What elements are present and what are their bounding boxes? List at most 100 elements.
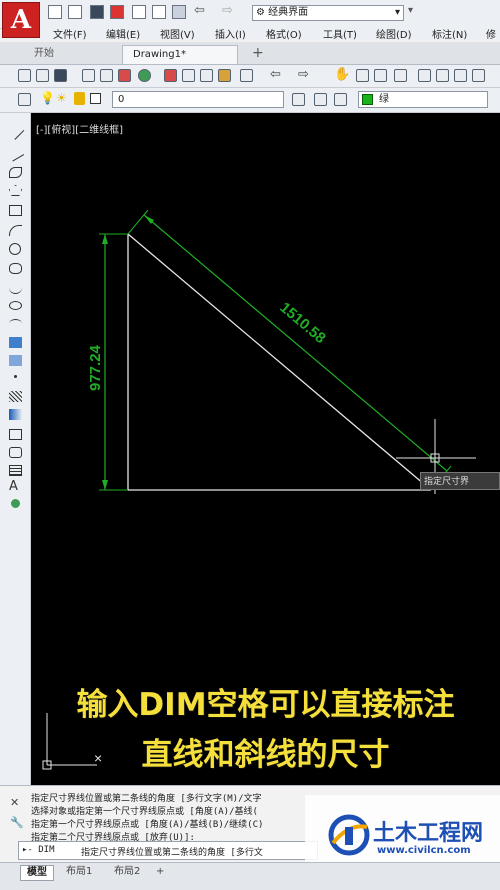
undo-icon[interactable]: ⇦ (270, 67, 281, 82)
menu-modify[interactable]: 修 (486, 26, 496, 41)
menu-file[interactable]: 文件(F) (53, 26, 87, 41)
redo-icon[interactable]: ⇨ (222, 3, 233, 18)
save-as-icon[interactable] (110, 5, 124, 19)
zoom-realtime-icon[interactable] (356, 69, 369, 82)
lightbulb-icon[interactable]: 💡 (40, 91, 55, 105)
undo-icon[interactable]: ⇦ (194, 3, 205, 18)
ellipse-icon[interactable] (9, 301, 22, 310)
caption-line-2: 直线和斜线的尺寸 (141, 737, 390, 773)
print-icon[interactable] (172, 5, 186, 19)
polyline-icon[interactable] (9, 167, 22, 178)
save-icon[interactable] (54, 69, 67, 82)
aligned-dimension[interactable]: 1510.58 (127, 209, 452, 491)
color-name: 绿 (379, 94, 389, 105)
properties-icon[interactable] (418, 69, 431, 82)
wrench-icon[interactable]: 🔧 (10, 816, 24, 829)
vertical-arrowhead-top (102, 234, 108, 244)
open-file-icon[interactable] (68, 5, 82, 19)
add-selected-icon[interactable] (11, 499, 20, 508)
command-history-line: 选择对象或指定第一个尺寸界线原点或 [角度(A)/基线( (31, 807, 258, 817)
point-icon[interactable] (14, 375, 17, 378)
revision-cloud-icon[interactable] (9, 263, 22, 274)
workspace-select[interactable]: ⚙ 经典界面 ▾ (252, 5, 404, 21)
open-icon[interactable] (36, 69, 49, 82)
zoom-window-icon[interactable] (374, 69, 387, 82)
quick-access-dropdown-icon[interactable]: ▾ (408, 5, 413, 16)
3d-dwf-icon[interactable] (138, 69, 151, 82)
watermark: 土木工程网 www.civilcn.com (305, 795, 500, 867)
copy-icon[interactable] (182, 69, 195, 82)
hatch-icon[interactable] (9, 391, 22, 402)
new-tab-button[interactable]: + (242, 44, 274, 63)
layer-color-swatch (90, 93, 101, 104)
tab-model[interactable]: 模型 (20, 865, 54, 881)
sheet-set-icon[interactable] (472, 69, 485, 82)
tab-start[interactable]: 开始 (24, 45, 100, 64)
block-editor-icon[interactable] (240, 69, 253, 82)
cloud-open-icon[interactable] (132, 5, 146, 19)
menu-edit[interactable]: 编辑(E) (106, 26, 140, 41)
circle-icon[interactable] (9, 243, 21, 255)
pan-icon[interactable]: ✋ (334, 67, 350, 82)
wipeout-icon[interactable] (9, 447, 22, 458)
save-icon[interactable] (90, 5, 104, 19)
region-icon[interactable] (9, 429, 22, 440)
drawing-canvas[interactable]: [-][俯视][二维线框] 977.24 1510.58 × 指定尺寸界 输入D… (31, 113, 500, 785)
tab-layout1[interactable]: 布局1 (60, 865, 98, 879)
layer-properties-icon[interactable] (18, 93, 31, 106)
paste-icon[interactable] (200, 69, 213, 82)
vertical-arrowhead-bottom (102, 480, 108, 490)
color-select[interactable]: 绿 (358, 91, 488, 108)
tab-layout2[interactable]: 布局2 (108, 865, 146, 879)
construction-line-icon[interactable] (6, 144, 25, 162)
standard-toolbar: ⇦ ⇨ ✋ (0, 65, 500, 88)
add-layout-button[interactable]: + (150, 865, 170, 879)
tab-drawing1[interactable]: Drawing1* (122, 45, 238, 64)
menu-dimension[interactable]: 标注(N) (432, 26, 467, 41)
command-prompt-text: 指定尺寸界线位置或第二条线的角度 [多行文 (81, 848, 263, 858)
insert-block-icon[interactable] (9, 337, 22, 348)
aligned-dimension-line (143, 214, 448, 472)
plot-icon[interactable] (82, 69, 95, 82)
ellipse-arc-icon[interactable] (9, 319, 22, 328)
menu-insert[interactable]: 插入(I) (215, 26, 246, 41)
layer-lock-icon[interactable] (74, 92, 85, 105)
sun-icon[interactable]: ☀ (56, 91, 67, 105)
design-center-icon[interactable] (436, 69, 449, 82)
match-properties-icon[interactable] (218, 69, 231, 82)
gear-icon: ⚙ (256, 7, 265, 18)
polygon-icon[interactable] (9, 185, 22, 196)
menu-draw[interactable]: 绘图(D) (376, 26, 412, 41)
menu-format[interactable]: 格式(O) (266, 26, 302, 41)
multiline-text-icon[interactable]: A (9, 480, 22, 493)
make-current-layer-icon[interactable] (292, 93, 305, 106)
vertical-dimension-text: 977.24 (87, 344, 104, 391)
layer-select[interactable]: 0 (112, 91, 284, 108)
layer-states-icon[interactable] (334, 93, 347, 106)
redo-icon[interactable]: ⇨ (298, 67, 309, 82)
arc-icon[interactable] (9, 225, 22, 236)
command-input[interactable]: ▸- DIM 指定尺寸界线位置或第二条线的角度 [多行文 (18, 841, 318, 860)
cut-icon[interactable] (164, 69, 177, 82)
zoom-previous-icon[interactable] (394, 69, 407, 82)
spline-icon[interactable] (9, 283, 22, 294)
layer-previous-icon[interactable] (314, 93, 327, 106)
application-menu-button[interactable]: A (2, 2, 40, 38)
menu-tools[interactable]: 工具(T) (323, 26, 357, 41)
make-block-icon[interactable] (9, 355, 22, 366)
table-icon[interactable] (9, 465, 22, 476)
vertical-dimension[interactable]: 977.24 (87, 233, 128, 491)
publish-icon[interactable] (118, 69, 131, 82)
close-icon[interactable]: ✕ (10, 796, 19, 809)
menu-view[interactable]: 视图(V) (160, 26, 195, 41)
caption-line-1: 输入DIM空格可以直接标注 (76, 687, 455, 723)
tool-palettes-icon[interactable] (454, 69, 467, 82)
new-file-icon[interactable] (48, 5, 62, 19)
rectangle-icon[interactable] (9, 205, 22, 216)
gradient-icon[interactable] (9, 409, 22, 420)
line-icon[interactable] (6, 122, 25, 140)
dynamic-input-tooltip: 指定尺寸界 (420, 472, 500, 490)
cloud-save-icon[interactable] (152, 5, 166, 19)
plot-preview-icon[interactable] (100, 69, 113, 82)
new-icon[interactable] (18, 69, 31, 82)
